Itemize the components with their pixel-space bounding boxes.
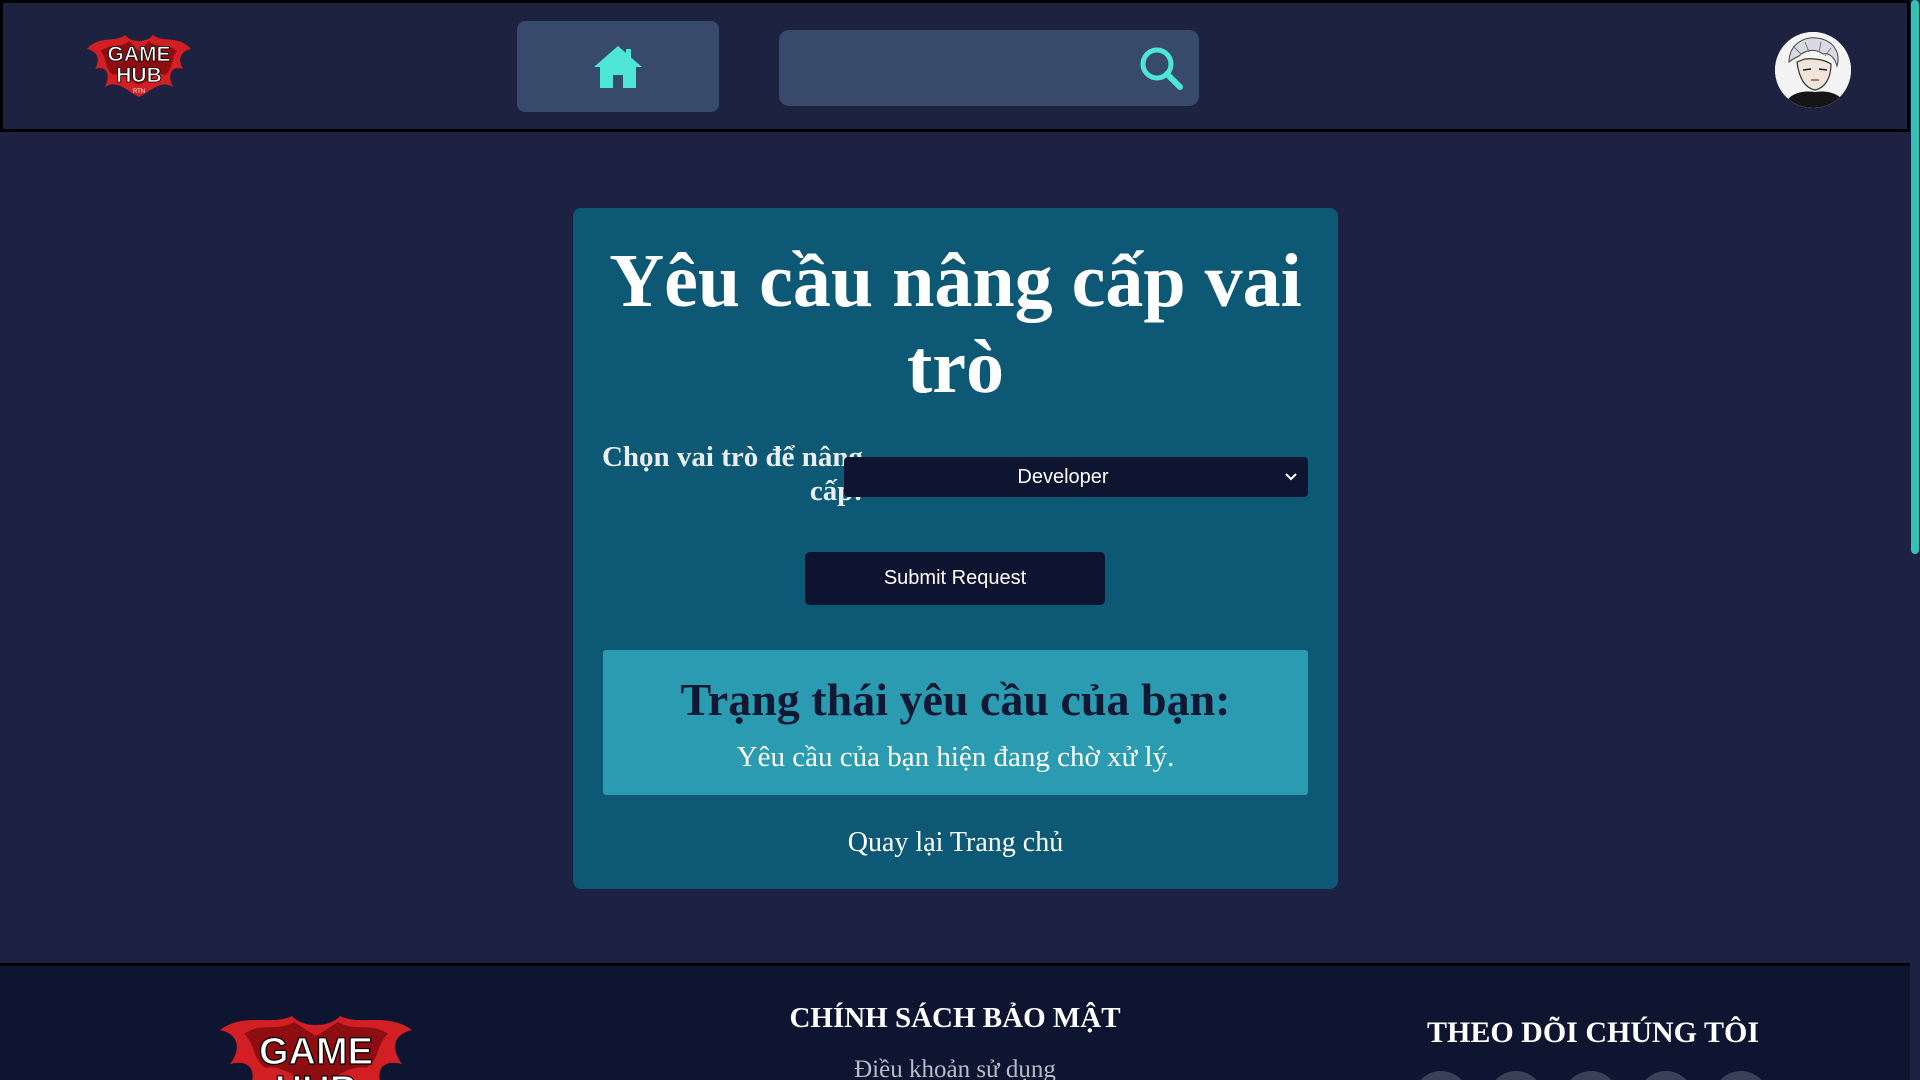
footer-logo-word-game: GAME — [259, 1031, 373, 1073]
request-status-panel: Trạng thái yêu cầu của bạn: Yêu cầu của … — [603, 650, 1308, 795]
user-avatar[interactable] — [1775, 32, 1851, 108]
footer-logo-word-hub: HUB — [275, 1069, 357, 1080]
follow-us-heading: THEO DÕI CHÚNG TÔI — [1426, 1016, 1759, 1049]
role-upgrade-card: Yêu cầu nâng cấp vai trò Chọn vai trò để… — [573, 208, 1338, 889]
search-bar — [779, 30, 1199, 106]
footer-gamehub-logo[interactable]: GAME HUB — [214, 1008, 418, 1080]
social-icon-5[interactable] — [1713, 1071, 1769, 1080]
social-icon-2[interactable] — [1488, 1071, 1544, 1080]
logo-word-game: GAME — [108, 43, 171, 66]
search-input[interactable] — [779, 30, 1119, 106]
top-navbar: GAME HUB RTN — [0, 0, 1910, 132]
home-button[interactable] — [517, 21, 719, 112]
back-to-home-link[interactable]: Quay lại Trang chủ — [573, 826, 1338, 860]
status-message: Yêu cầu của bạn hiện đang chờ xử lý. — [736, 741, 1175, 773]
page-title: Yêu cầu nâng cấp vai trò — [609, 239, 1302, 409]
status-heading: Trạng thái yêu cầu của bạn: — [680, 674, 1231, 725]
social-links — [1413, 1071, 1813, 1080]
social-icon-4[interactable] — [1638, 1071, 1694, 1080]
footer-logo-graphic: GAME HUB — [220, 1016, 412, 1080]
search-icon — [1140, 47, 1183, 90]
social-icon-1[interactable] — [1413, 1071, 1469, 1080]
search-button[interactable] — [1133, 40, 1189, 96]
social-icon-3[interactable] — [1563, 1071, 1619, 1080]
role-select-label: Chọn vai trò để nâng cấp: — [601, 441, 863, 507]
terms-of-use-link[interactable]: Điều khoản sử dụng — [680, 1055, 1230, 1080]
home-icon — [594, 45, 642, 88]
privacy-policy-heading: CHÍNH SÁCH BẢO MẬT — [789, 1002, 1121, 1034]
logo-subtext: RTN — [133, 89, 145, 95]
page-footer: GAME HUB CHÍNH SÁCH BẢO MẬT Điều khoản s… — [0, 963, 1910, 1080]
logo-word-hub: HUB — [116, 64, 162, 87]
gamehub-logo[interactable]: GAME HUB RTN — [81, 29, 197, 101]
role-select[interactable]: Developer — [844, 457, 1308, 497]
scrollbar-thumb[interactable] — [1911, 0, 1919, 554]
submit-request-button[interactable]: Submit Request — [805, 552, 1105, 605]
gamehub-logo-graphic: GAME HUB RTN — [87, 35, 191, 97]
avatar-image — [1775, 32, 1851, 108]
